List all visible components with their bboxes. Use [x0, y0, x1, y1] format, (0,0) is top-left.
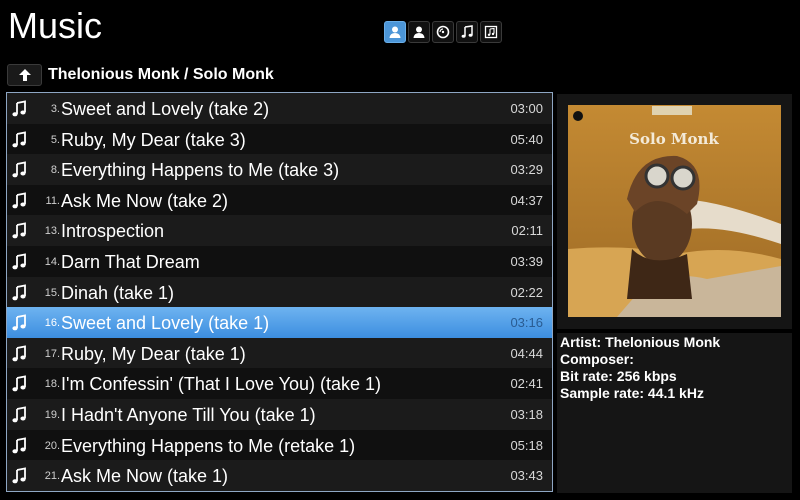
album-cover: Solo Monk [568, 105, 781, 317]
view-playlists-button[interactable] [480, 21, 502, 43]
track-duration: 03:39 [510, 253, 543, 269]
album-icon [436, 25, 450, 39]
track-duration: 03:18 [510, 406, 543, 422]
logo-badge [652, 106, 692, 115]
playlist-icon [484, 25, 498, 39]
track-title: Ruby, My Dear (take 1) [61, 343, 246, 364]
view-switcher [384, 21, 502, 43]
track-title: Ask Me Now (take 2) [61, 190, 229, 211]
track-title: Ask Me Now (take 1) [61, 466, 229, 487]
music-note-icon [12, 100, 26, 117]
music-note-icon [12, 406, 26, 423]
track-row[interactable]: 15. Dinah (take 1) 02:22 [7, 276, 552, 308]
info-samplerate: Sample rate: 44.1 kHz [560, 385, 704, 401]
music-note-icon [12, 131, 26, 147]
info-composer: Composer: [560, 351, 634, 367]
view-songs-button[interactable] [456, 21, 478, 43]
track-duration: 02:22 [510, 284, 543, 300]
track-number: 14. [44, 255, 60, 268]
music-note-icon [12, 192, 26, 209]
music-note-icon [12, 314, 26, 331]
track-title: I Hadn't Anyone Till You (take 1) [61, 404, 316, 425]
label-logo [573, 111, 583, 121]
arrow-up-icon [18, 69, 31, 81]
track-duration: 02:41 [510, 376, 543, 392]
track-row[interactable]: 13. Introspection 02:11 [7, 215, 552, 246]
track-number: 17. [44, 347, 60, 360]
track-number: 13. [44, 225, 60, 238]
track-title: Dinah (take 1) [61, 282, 175, 303]
composer-icon [413, 26, 425, 38]
track-title: Sweet and Lovely (take 1) [61, 313, 270, 334]
track-title: I'm Confessin' (That I Love You) (take 1… [61, 374, 382, 395]
track-duration: 03:16 [510, 315, 543, 331]
track-row[interactable]: 14. Darn That Dream 03:39 [7, 245, 552, 277]
album-art-panel: Solo Monk [557, 94, 792, 329]
view-albums-button[interactable] [432, 21, 454, 43]
track-duration: 05:40 [510, 131, 543, 147]
track-number: 18. [44, 378, 60, 391]
music-note-icon [12, 467, 26, 484]
track-number: 15. [44, 286, 60, 299]
breadcrumb: Thelonious Monk / Solo Monk [48, 66, 274, 83]
track-list[interactable]: 3. Sweet and Lovely (take 2) 03:00 5. Ruby, … [6, 92, 553, 492]
track-title: Darn That Dream [61, 251, 200, 272]
track-row[interactable]: 11. Ask Me Now (take 2) 04:37 [7, 184, 552, 216]
info-bitrate: Bit rate: 256 kbps [560, 368, 677, 384]
music-note-icon [12, 375, 26, 392]
track-row[interactable]: 17. Ruby, My Dear (take 1) 04:44 [7, 337, 552, 369]
track-duration: 03:29 [510, 162, 543, 178]
song-icon [461, 25, 473, 38]
music-note-icon [12, 345, 26, 362]
music-note-icon [12, 436, 26, 453]
track-duration: 04:44 [510, 345, 543, 361]
view-artists-button[interactable] [384, 21, 406, 43]
artist-icon [389, 26, 401, 38]
music-note-icon [12, 283, 26, 300]
track-number: 20. [44, 439, 60, 452]
track-duration: 05:18 [510, 437, 543, 453]
track-duration: 03:00 [510, 101, 543, 116]
track-number: 8. [50, 164, 60, 177]
track-duration: 02:11 [511, 223, 543, 239]
music-note-icon [12, 253, 26, 270]
track-number: 5. [50, 133, 60, 146]
track-row[interactable]: 18. I'm Confessin' (That I Love You) (tak… [7, 368, 552, 399]
track-row[interactable]: 3. Sweet and Lovely (take 2) 03:00 [7, 93, 552, 124]
page-title: Music [8, 5, 103, 46]
album-art-text: Solo Monk [629, 130, 719, 148]
music-note-icon [12, 161, 26, 178]
track-row[interactable]: 21. Ask Me Now (take 1) 03:43 [7, 460, 552, 491]
track-title: Everything Happens to Me (take 3) [61, 160, 340, 181]
up-button[interactable] [7, 64, 42, 86]
music-note-icon [12, 222, 26, 239]
track-number: 21. [44, 470, 60, 483]
track-title: Sweet and Lovely (take 2) [61, 99, 270, 119]
track-row[interactable]: 20. Everything Happens to Me (retake 1) 05… [7, 429, 552, 461]
track-number: 16. [44, 317, 60, 330]
track-number: 19. [44, 408, 60, 421]
track-info-panel: Artist: Thelonious Monk Composer: Bit ra… [557, 333, 792, 493]
track-number: 3. [50, 103, 60, 115]
track-title: Introspection [61, 221, 165, 242]
track-row[interactable]: 16. Sweet and Lovely (take 1) 03:16 [7, 307, 552, 338]
track-number: 11. [45, 194, 60, 207]
track-title: Everything Happens to Me (retake 1) [61, 435, 356, 456]
track-title: Ruby, My Dear (take 3) [61, 129, 246, 150]
track-row[interactable]: 8. Everything Happens to Me (take 3) 03:29 [7, 154, 552, 185]
view-composers-button[interactable] [408, 21, 430, 43]
track-row[interactable]: 19. I Hadn't Anyone Till You (take 1) 03:1… [7, 398, 552, 430]
info-artist: Artist: Thelonious Monk [560, 334, 721, 350]
track-row[interactable]: 5. Ruby, My Dear (take 3) 05:40 [7, 123, 552, 155]
track-duration: 04:37 [510, 192, 543, 208]
track-duration: 03:43 [510, 468, 543, 484]
